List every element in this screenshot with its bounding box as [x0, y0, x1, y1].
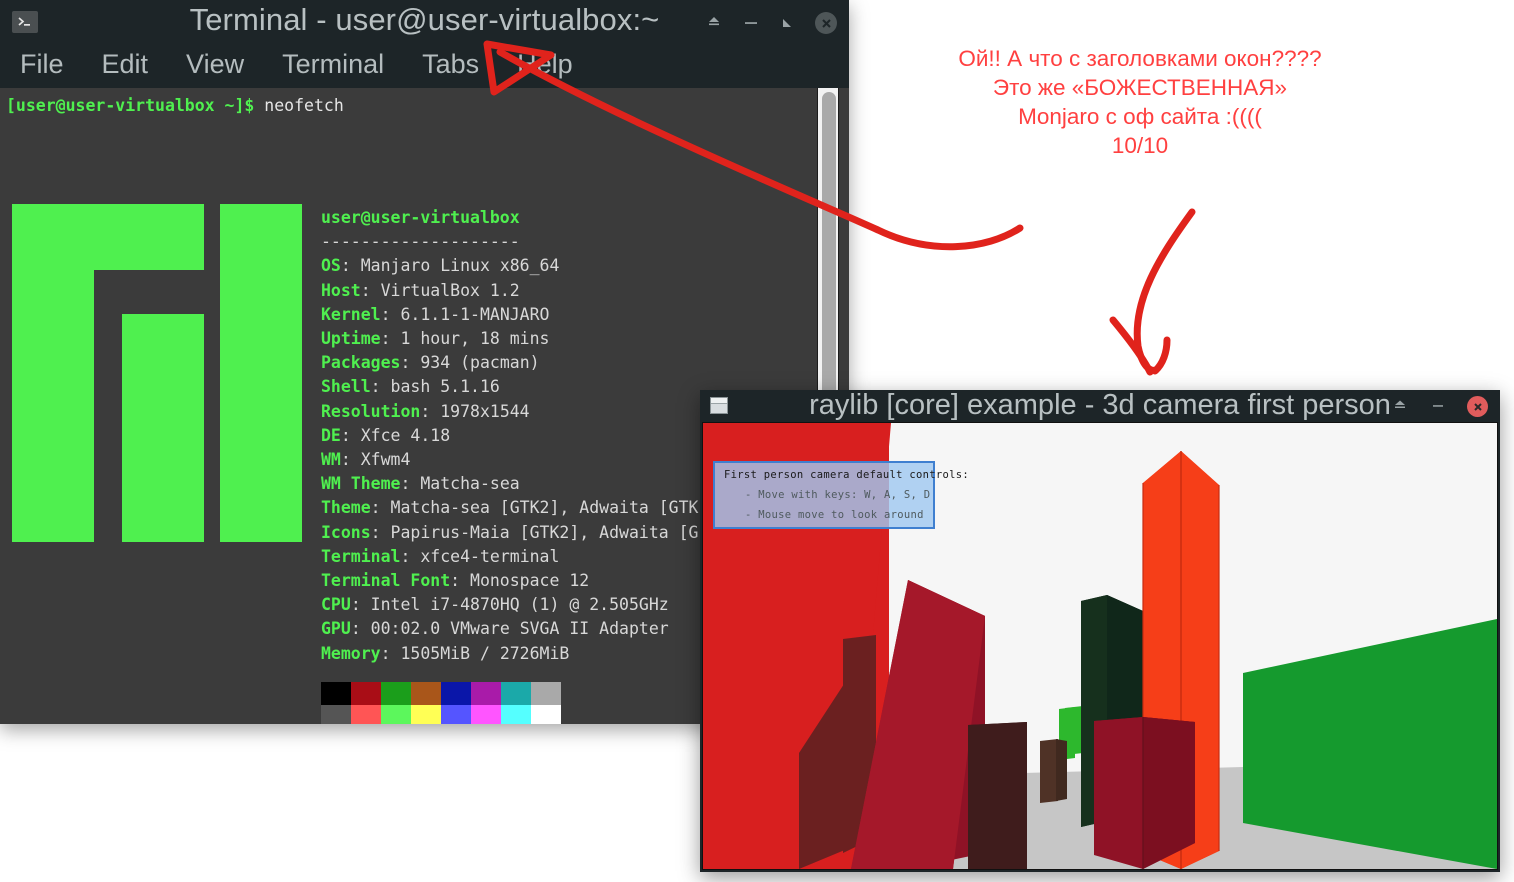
info-box-title: First person camera default controls:: [724, 469, 969, 481]
annotation-line-3: Monjaro с оф сайта :((((: [1018, 104, 1262, 129]
shade-button[interactable]: [704, 13, 724, 33]
palette-row-normal: [321, 682, 561, 705]
shell-prompt: [user@user-virtualbox ~]$: [6, 96, 255, 115]
logo-block-4: [220, 204, 302, 542]
palette-swatch-3: [411, 705, 441, 724]
screenshot-stage: Terminal - user@user-virtualbox:~ File E…: [0, 0, 1514, 882]
palette-swatch-4: [441, 682, 471, 705]
menu-item-edit[interactable]: Edit: [102, 44, 149, 88]
palette-swatch-3: [411, 682, 441, 705]
terminal-titlebar[interactable]: Terminal - user@user-virtualbox:~: [0, 0, 849, 44]
palette-swatch-5: [471, 705, 501, 724]
close-button[interactable]: [815, 12, 837, 34]
palette-swatch-2: [381, 682, 411, 705]
menu-item-help[interactable]: Help: [517, 44, 573, 88]
terminal-command-line: [user@user-virtualbox ~]$ neofetch: [6, 94, 811, 118]
raylib-3d-canvas[interactable]: First person camera default controls: - …: [702, 422, 1498, 870]
palette-swatch-6: [501, 705, 531, 724]
palette-swatch-7: [531, 682, 561, 705]
arrow-to-raylib-titlebar: [1109, 208, 1196, 376]
palette-swatch-2: [381, 705, 411, 724]
palette-swatch-4: [441, 705, 471, 724]
annotation-text-block: Ой!! А что с заголовками окон???? Это же…: [900, 44, 1380, 160]
scrollbar-thumb[interactable]: [822, 92, 836, 422]
raylib-title-text: raylib [core] example - 3d camera first …: [809, 390, 1391, 421]
annotation-line-1: Ой!! А что с заголовками окон????: [958, 46, 1322, 71]
raylib-titlebar[interactable]: raylib [core] example - 3d camera first …: [700, 390, 1500, 422]
palette-swatch-6: [501, 682, 531, 705]
minimize-button[interactable]: [741, 13, 761, 33]
palette-swatch-0: [321, 682, 351, 705]
terminal-window-buttons: [704, 12, 837, 34]
palette-row-bright: [321, 705, 561, 724]
minimize-button[interactable]: [1429, 397, 1449, 417]
maximize-button[interactable]: [778, 13, 798, 33]
terminal-color-palette: [321, 682, 561, 724]
menu-item-view[interactable]: View: [186, 44, 244, 88]
logo-block-3: [122, 314, 204, 542]
palette-swatch-0: [321, 705, 351, 724]
manjaro-ascii-logo: [12, 204, 302, 542]
menu-item-tabs[interactable]: Tabs: [422, 44, 479, 88]
typed-command: neofetch: [254, 96, 344, 115]
raylib-window: raylib [core] example - 3d camera first …: [700, 390, 1500, 872]
logo-block-2: [94, 204, 204, 270]
menu-item-file[interactable]: File: [20, 44, 64, 88]
neofetch-info-block: user@user-virtualbox -------------------…: [321, 208, 699, 663]
controls-info-box: First person camera default controls: - …: [713, 461, 969, 529]
info-box-line-move: - Move with keys: W, A, S, D: [745, 489, 931, 501]
menu-item-terminal[interactable]: Terminal: [282, 44, 384, 88]
palette-swatch-1: [351, 705, 381, 724]
terminal-menu-items: File Edit View Terminal Tabs Help: [20, 44, 573, 88]
terminal-menubar: File Edit View Terminal Tabs Help: [0, 44, 849, 88]
logo-block-1: [12, 204, 94, 542]
palette-swatch-7: [531, 705, 561, 724]
annotation-line-2: Это же «БОЖЕСТВЕННАЯ»: [992, 75, 1288, 100]
close-button[interactable]: [1467, 396, 1488, 417]
palette-swatch-5: [471, 682, 501, 705]
palette-swatch-1: [351, 682, 381, 705]
raylib-window-buttons: [1391, 396, 1488, 417]
shade-button[interactable]: [1391, 397, 1411, 417]
info-box-line-look: - Mouse move to look around: [745, 509, 924, 521]
annotation-line-4: 10/10: [1111, 133, 1169, 158]
